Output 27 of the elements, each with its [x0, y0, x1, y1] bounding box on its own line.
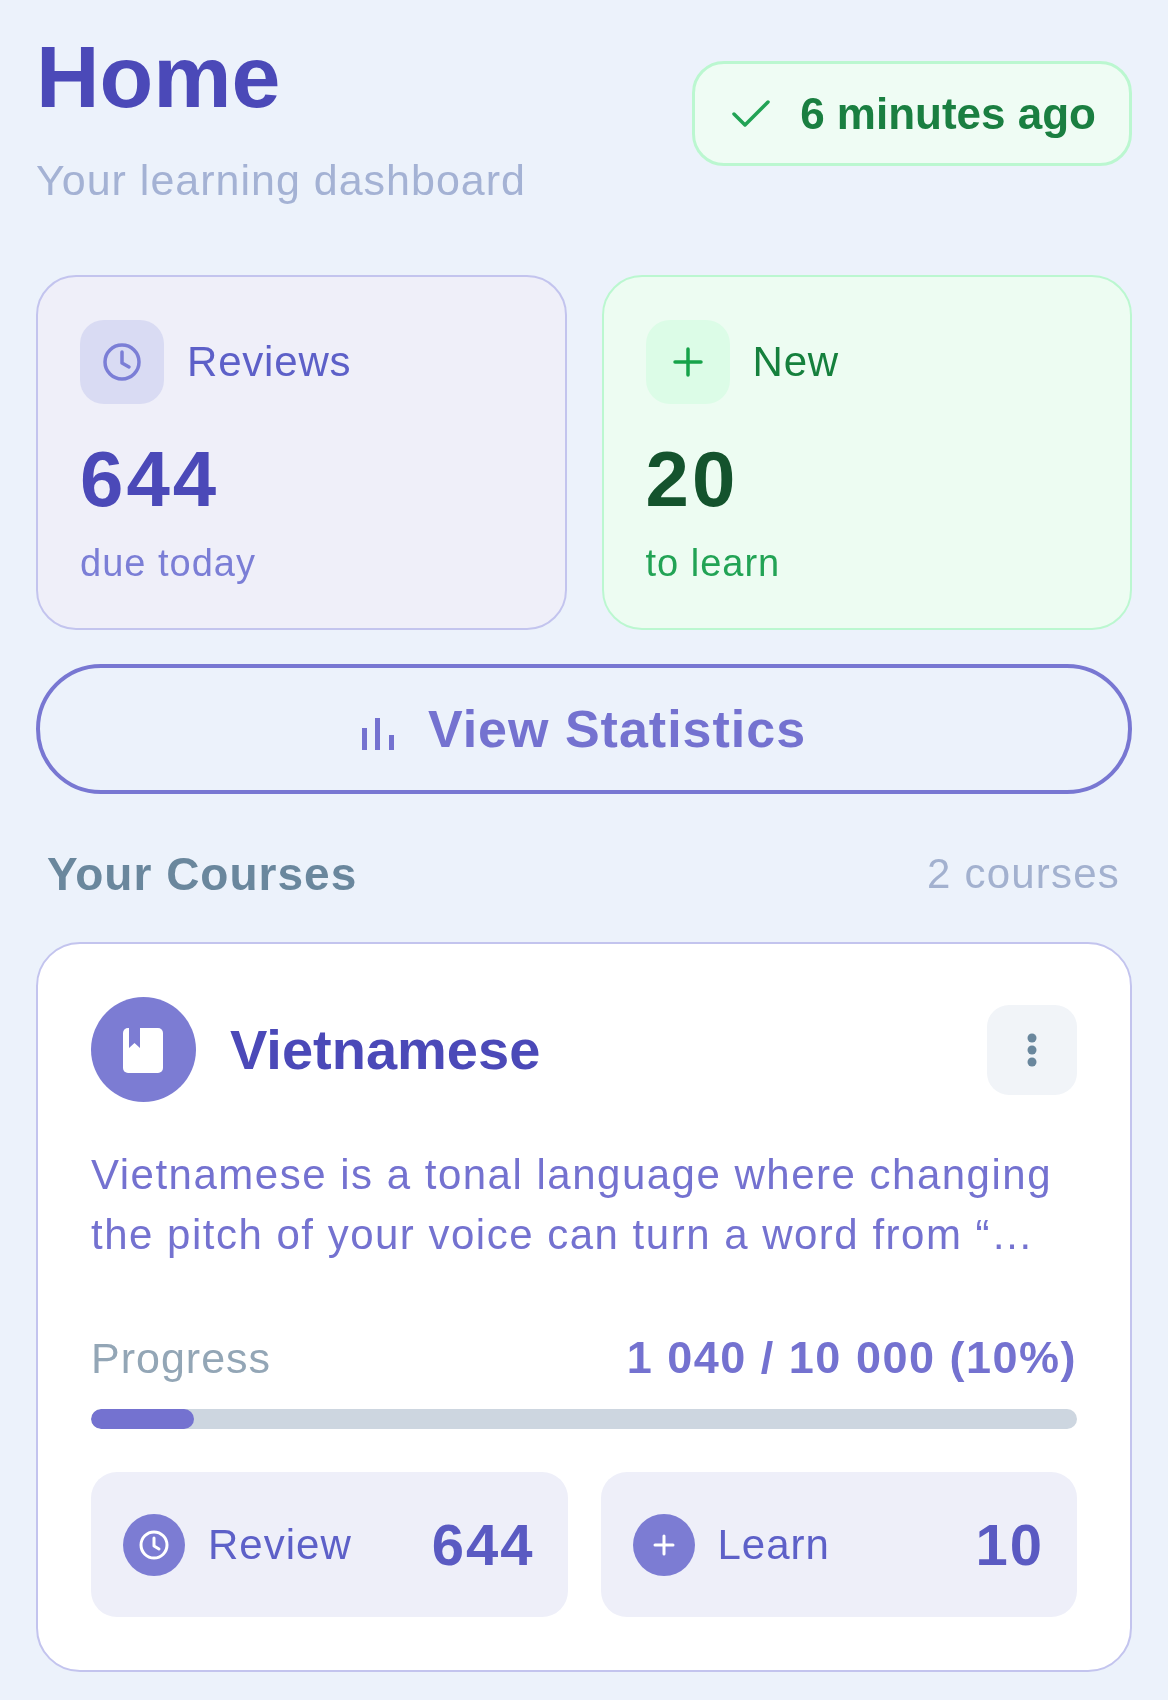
progress-value: 1 040 / 10 000 (10%): [626, 1332, 1077, 1384]
check-icon: [731, 98, 772, 129]
stat-label: New: [752, 337, 839, 387]
view-statistics-button[interactable]: View Statistics: [36, 664, 1132, 794]
clock-icon: [80, 320, 164, 404]
stat-value: 20: [645, 439, 740, 519]
stat-caption: to learn: [645, 541, 782, 585]
course-count: 2 courses: [927, 849, 1120, 899]
clock-icon: [123, 1513, 185, 1576]
course-title: Vietnamese: [230, 1016, 541, 1083]
review-button[interactable]: Review 644: [91, 1472, 568, 1617]
section-title: Your Courses: [47, 847, 358, 902]
sync-time: 6 minutes ago: [800, 87, 1096, 140]
page-title: Home: [36, 27, 282, 127]
plus-icon: [645, 320, 730, 404]
book-icon: [91, 997, 196, 1102]
course-description: Vietnamese is a tonal language where changing the pitch of your voice can turn a word from “…: [91, 1150, 1054, 1260]
progress-label: Progress: [91, 1333, 272, 1384]
stat-caption: due today: [80, 541, 257, 585]
stat-label: Reviews: [187, 337, 352, 387]
stat-value: 644: [80, 439, 221, 519]
bar-chart-icon: [361, 718, 394, 750]
more-options-button[interactable]: [987, 1004, 1077, 1095]
learn-button[interactable]: Learn 10: [600, 1472, 1077, 1617]
vertical-dots-icon: [1027, 1032, 1037, 1067]
plus-icon: [632, 1513, 695, 1576]
page-subtitle: Your learning dashboard: [36, 155, 526, 206]
